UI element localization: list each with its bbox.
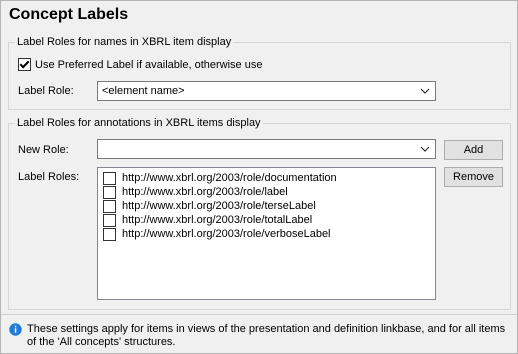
remove-button[interactable]: Remove — [444, 167, 503, 187]
role-label: http://www.xbrl.org/2003/role/verboseLab… — [122, 228, 331, 240]
role-label: http://www.xbrl.org/2003/role/totalLabel — [122, 214, 313, 226]
role-checkbox[interactable] — [103, 228, 116, 241]
chevron-down-icon — [420, 146, 430, 152]
use-preferred-label-checkbox[interactable] — [18, 58, 31, 71]
label-role-caption: Label Role: — [18, 85, 74, 97]
use-preferred-label-text: Use Preferred Label if available, otherw… — [35, 59, 263, 71]
role-checkbox[interactable] — [103, 214, 116, 227]
group-annotations-display: Label Roles for annotations in XBRL item… — [8, 117, 511, 310]
concept-labels-dialog: Concept Labels Label Roles for names in … — [0, 0, 518, 354]
info-icon — [9, 323, 22, 336]
label-roles-list[interactable]: http://www.xbrl.org/2003/role/documentat… — [97, 167, 436, 300]
label-role-dropdown[interactable]: <element name> — [97, 81, 436, 101]
group-names-legend: Label Roles for names in XBRL item displ… — [15, 36, 234, 49]
role-checkbox[interactable] — [103, 186, 116, 199]
new-role-caption: New Role: — [18, 144, 69, 156]
role-checkbox[interactable] — [103, 172, 116, 185]
role-checkbox[interactable] — [103, 200, 116, 213]
role-label: http://www.xbrl.org/2003/role/documentat… — [122, 172, 337, 184]
label-role-value: <element name> — [102, 85, 185, 97]
add-button[interactable]: Add — [444, 140, 503, 160]
role-label: http://www.xbrl.org/2003/role/label — [122, 186, 288, 198]
group-annotations-legend: Label Roles for annotations in XBRL item… — [15, 117, 263, 130]
info-note: These settings apply for items in views … — [27, 323, 506, 348]
footer-divider — [1, 314, 517, 315]
chevron-down-icon — [420, 88, 430, 94]
group-names-display: Label Roles for names in XBRL item displ… — [8, 36, 511, 110]
new-role-dropdown[interactable] — [97, 139, 436, 159]
label-roles-caption: Label Roles: — [18, 171, 80, 183]
dialog-title: Concept Labels — [9, 6, 129, 23]
role-label: http://www.xbrl.org/2003/role/terseLabel — [122, 200, 316, 212]
